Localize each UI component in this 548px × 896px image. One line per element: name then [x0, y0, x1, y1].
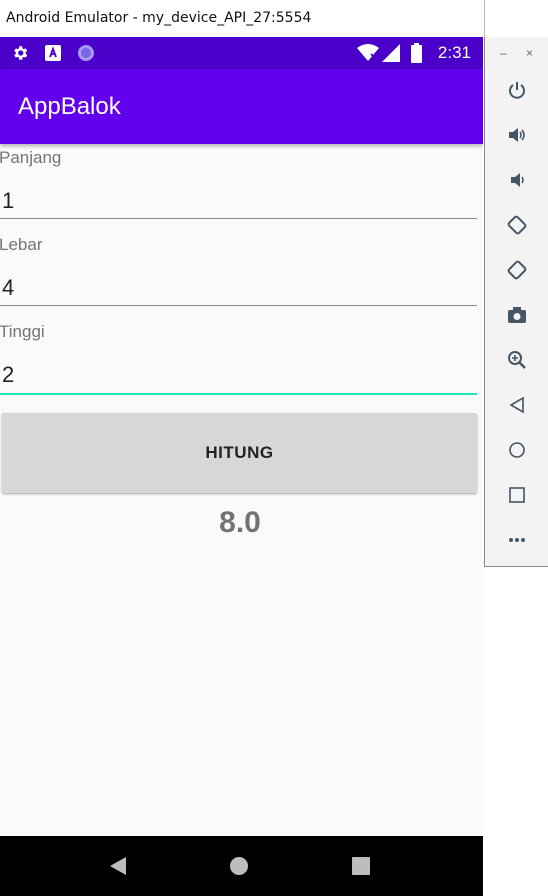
lebar-label: Lebar — [0, 235, 43, 254]
overview-icon[interactable] — [501, 479, 533, 511]
back-icon[interactable] — [501, 389, 533, 421]
camera-icon[interactable] — [501, 299, 533, 331]
lebar-underline — [0, 305, 477, 306]
wifi-icon — [356, 37, 380, 69]
volume-up-icon[interactable] — [501, 119, 533, 151]
sidebar-window-controls: – × — [485, 37, 548, 67]
window-titlebar-extension — [484, 0, 548, 37]
window-title: Android Emulator - my_device_API_27:5554 — [0, 0, 484, 37]
phone-screen: 2:31 AppBalok Panjang 1 Lebar 4 Tinggi 2… — [0, 37, 483, 896]
volume-down-icon[interactable] — [501, 164, 533, 196]
rotate-right-icon[interactable] — [501, 254, 533, 286]
panjang-input[interactable]: 1 — [2, 188, 14, 214]
app-title: AppBalok — [18, 93, 121, 120]
zoom-icon[interactable] — [501, 344, 533, 376]
close-button[interactable]: × — [526, 46, 533, 60]
signal-icon — [381, 37, 401, 69]
a-letter-icon — [44, 37, 62, 69]
power-icon[interactable] — [501, 74, 533, 106]
battery-icon — [409, 37, 423, 69]
tinggi-label: Tinggi — [0, 322, 45, 341]
panjang-underline — [0, 218, 477, 219]
tinggi-input[interactable]: 2 — [2, 362, 14, 388]
navigation-bar — [0, 836, 483, 896]
clock: 2:31 — [437, 43, 471, 62]
rotate-left-icon[interactable] — [501, 209, 533, 241]
lebar-input[interactable]: 4 — [2, 275, 14, 301]
hitung-button[interactable]: HITUNG — [2, 413, 477, 493]
back-icon[interactable] — [98, 836, 138, 896]
emulator-sidebar: – × — [484, 37, 548, 567]
tinggi-underline — [0, 393, 477, 395]
app-bar: AppBalok — [0, 69, 483, 144]
settings-icon — [10, 37, 30, 69]
result-value: 8.0 — [219, 506, 261, 539]
status-bar: 2:31 — [0, 37, 483, 69]
home-icon[interactable] — [219, 836, 259, 896]
home-icon[interactable] — [501, 434, 533, 466]
circle-icon — [76, 37, 96, 69]
panjang-label: Panjang — [0, 148, 62, 167]
minimize-button[interactable]: – — [500, 46, 507, 60]
recents-icon[interactable] — [341, 836, 381, 896]
more-icon[interactable] — [501, 524, 533, 556]
